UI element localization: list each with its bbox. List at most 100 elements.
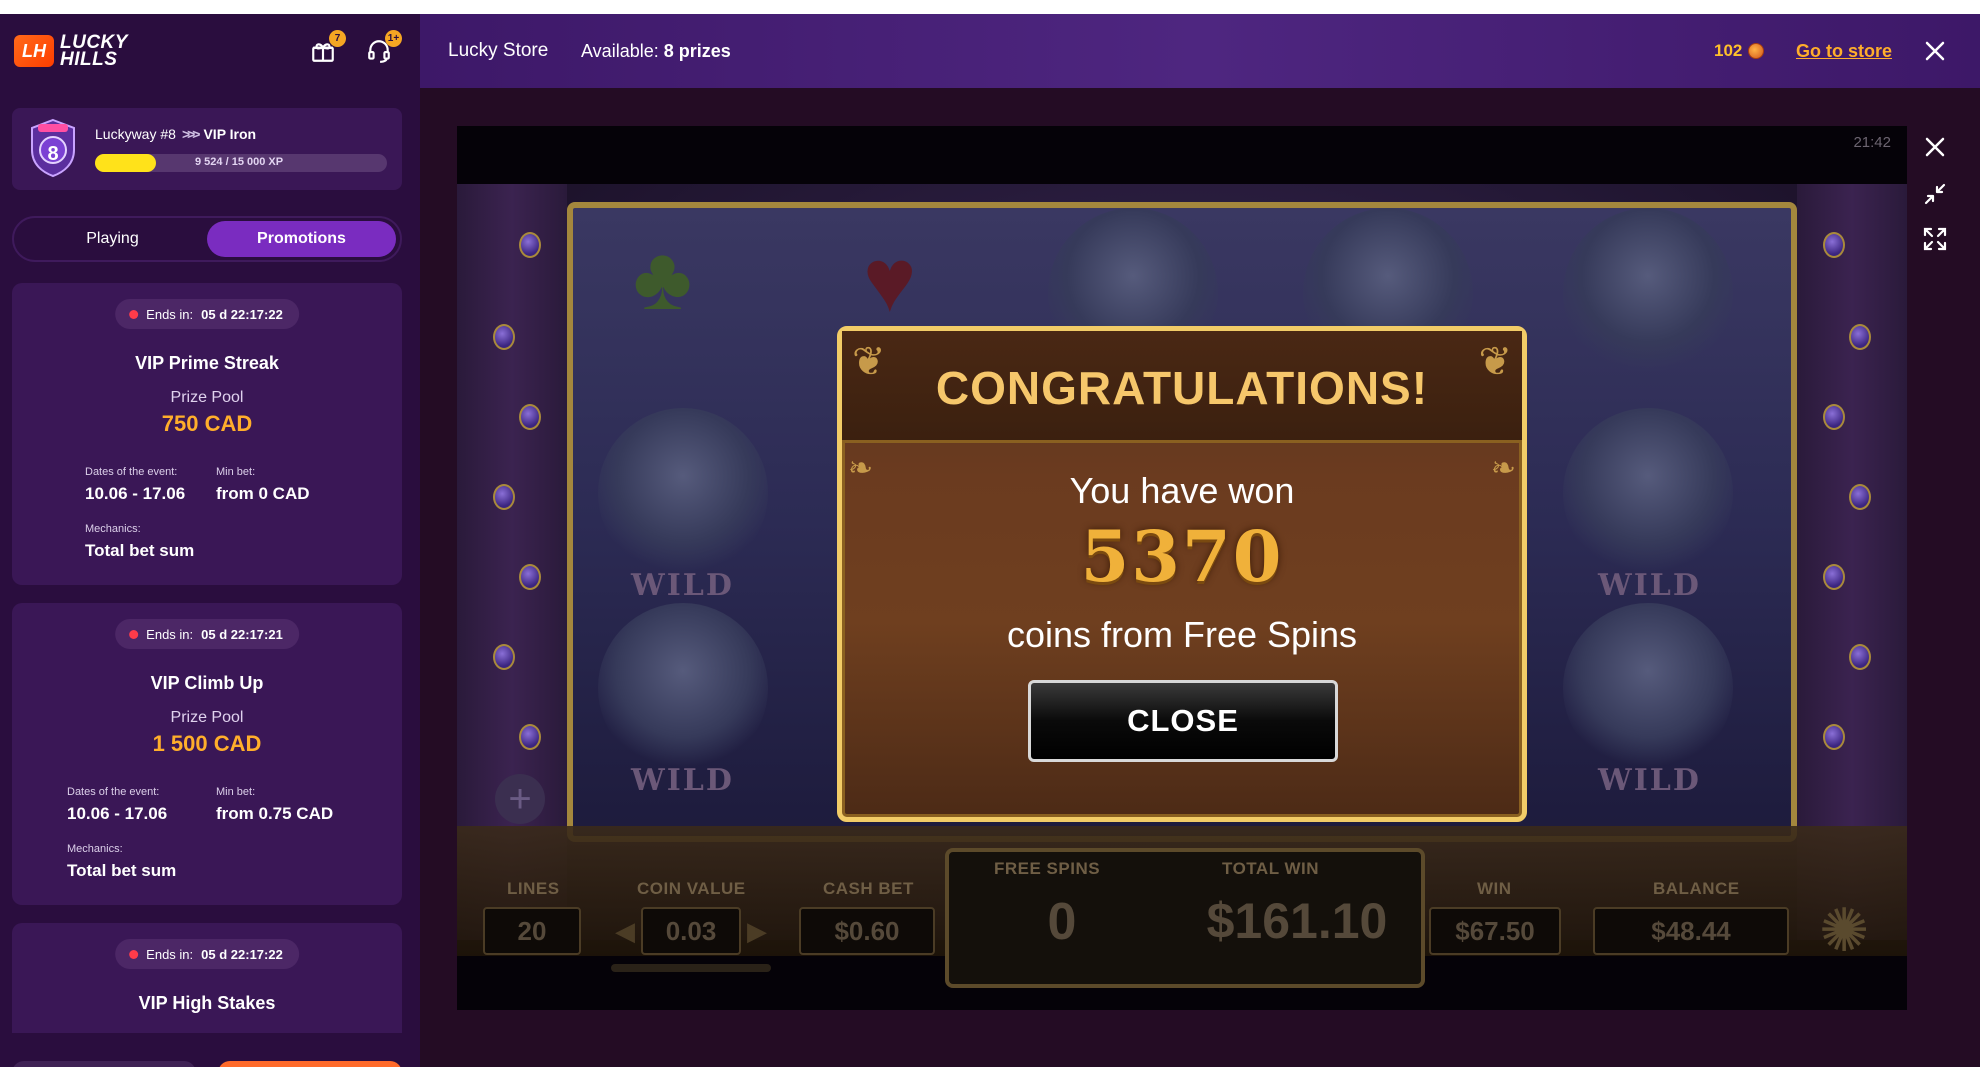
sidebar-bottom-button[interactable] [12,1061,196,1067]
close-game-icon[interactable] [1920,132,1950,162]
win-label: WIN [1477,879,1512,898]
balance-label: BALANCE [1653,879,1740,898]
mechanics-value: Total bet sum [85,541,195,560]
support-headset-icon[interactable]: 1+ [364,30,402,66]
dates-label: Dates of the event: [85,466,178,478]
coin-value[interactable]: 0.03 [641,907,741,955]
sidebar-bottom-cta-button[interactable] [218,1061,402,1067]
promotion-card[interactable]: Ends in: 05 d 22:17:21 VIP Climb Up Priz… [12,603,402,905]
wild-symbol [1563,408,1733,578]
lines-label: LINES [507,879,560,898]
gem-icon [1849,324,1871,350]
gem-icon [519,564,541,590]
minimize-icon[interactable] [1920,179,1950,209]
logo-mark: LH [14,35,54,67]
wild-label: WILD [1598,568,1701,603]
vip-card[interactable]: 8 Luckyway #8 >>> VIP Iron 9 524 / 15 00… [12,108,402,190]
total-win-label: TOTAL WIN [1222,859,1320,878]
menu-emblem-icon[interactable]: ✺ [1819,896,1869,966]
character-symbol [1563,208,1733,378]
min-bet-value: from 0.75 CAD [216,804,334,823]
gift-icon[interactable]: 7 [308,30,346,66]
promotion-card[interactable]: Ends in: 05 d 22:17:22 VIP Prime Streak … [12,283,402,585]
gem-icon [1823,564,1845,590]
lucky-store-label: Lucky Store [448,40,549,61]
xp-progress-bar: 9 524 / 15 000 XP [95,154,387,172]
coin-balance-value: 102 [1714,41,1743,60]
cash-bet-label: CASH BET [823,879,914,898]
coin-decrease-icon[interactable]: ◀ [615,916,635,947]
wild-symbol [1563,603,1733,773]
ends-in-badge: Ends in: 05 d 22:17:22 [115,299,299,329]
min-bet-value: from 0 CAD [216,484,310,503]
available-value: 8 prizes [663,40,731,61]
logo[interactable]: LH LUCKY HILLS [14,33,128,69]
prize-pool-amount: 750 CAD [161,411,253,436]
wild-label: WILD [1598,763,1701,798]
gem-icon [1823,232,1845,258]
luckyway-label: Luckyway #8 [95,126,176,142]
wild-symbol [598,408,768,578]
ends-in-badge: Ends in: 05 d 22:17:22 [115,939,299,969]
coin-icon [1748,43,1765,59]
close-button[interactable]: CLOSE [1028,680,1338,762]
ends-in-label: Ends in: [146,946,194,962]
add-icon[interactable]: + [495,774,545,824]
ends-in-badge: Ends in: 05 d 22:17:21 [115,619,299,649]
xp-text: 9 524 / 15 000 XP [195,156,284,168]
free-spins-value: 0 [1047,893,1077,951]
promotion-card[interactable]: Ends in: 05 d 22:17:22 VIP High Stakes [12,923,402,1033]
mechanics-label: Mechanics: [85,523,141,535]
prize-pool-amount: 1 500 CAD [152,731,262,756]
game-clock: 21:42 [1853,134,1891,151]
cash-bet-value: $0.60 [799,907,935,955]
gem-icon [1849,484,1871,510]
min-bet-label: Min bet: [216,786,256,798]
vip-level-shield-icon: 8 [28,118,78,178]
sidebar-header: LH LUCKY HILLS 7 1+ [0,14,420,88]
close-icon[interactable] [1920,36,1950,66]
promotion-title: VIP Prime Streak [135,353,279,373]
gem-icon [519,404,541,430]
dates-value: 10.06 - 17.06 [67,804,168,823]
heart-symbol-icon: ♥ [863,231,917,331]
vip-level-number: 8 [47,143,59,165]
gift-badge: 7 [329,30,346,47]
ends-in-label: Ends in: [146,626,194,642]
wild-label: WILD [631,763,734,798]
available-prizes: Available: 8 prizes [581,41,731,62]
gem-icon [1849,644,1871,670]
gem-icon [493,324,515,350]
dates-value: 10.06 - 17.06 [85,484,186,503]
available-label: Available: [581,40,659,61]
gem-icon [519,724,541,750]
ends-in-value: 05 d 22:17:21 [201,626,283,642]
fullscreen-icon[interactable] [1920,224,1950,254]
coin-increase-icon[interactable]: ▶ [747,916,767,947]
tab-playing[interactable]: Playing [18,221,207,257]
modal-title: CONGRATULATIONS! [935,362,1429,414]
gem-icon [519,232,541,258]
modal-won-text: You have won [1069,470,1295,511]
lines-value[interactable]: 20 [483,907,581,955]
support-badge: 1+ [385,30,402,47]
prize-pool-label: Prize Pool [170,389,244,406]
balance-value: $48.44 [1593,907,1789,955]
total-win-value: $161.10 [1206,893,1388,949]
live-dot-icon [129,629,139,639]
won-amount: 5370 [1080,515,1284,598]
gem-icon [493,644,515,670]
coin-value-label: COIN VALUE [637,879,746,898]
club-symbol-icon: ♣ [633,229,693,329]
ends-in-value: 05 d 22:17:22 [201,306,283,322]
go-to-store-link[interactable]: Go to store [1796,41,1892,62]
gem-icon [1823,404,1845,430]
coin-balance: 102 [1714,41,1765,61]
tab-promotions[interactable]: Promotions [207,221,396,257]
win-value: $67.50 [1429,907,1561,955]
xp-progress-fill [95,154,157,172]
logo-text: LUCKY HILLS [60,33,128,69]
coin-slider[interactable] [611,964,771,972]
free-spins-label: FREE SPINS [994,859,1101,878]
store-topbar: Lucky Store Available: 8 prizes 102 Go t… [420,14,1980,88]
